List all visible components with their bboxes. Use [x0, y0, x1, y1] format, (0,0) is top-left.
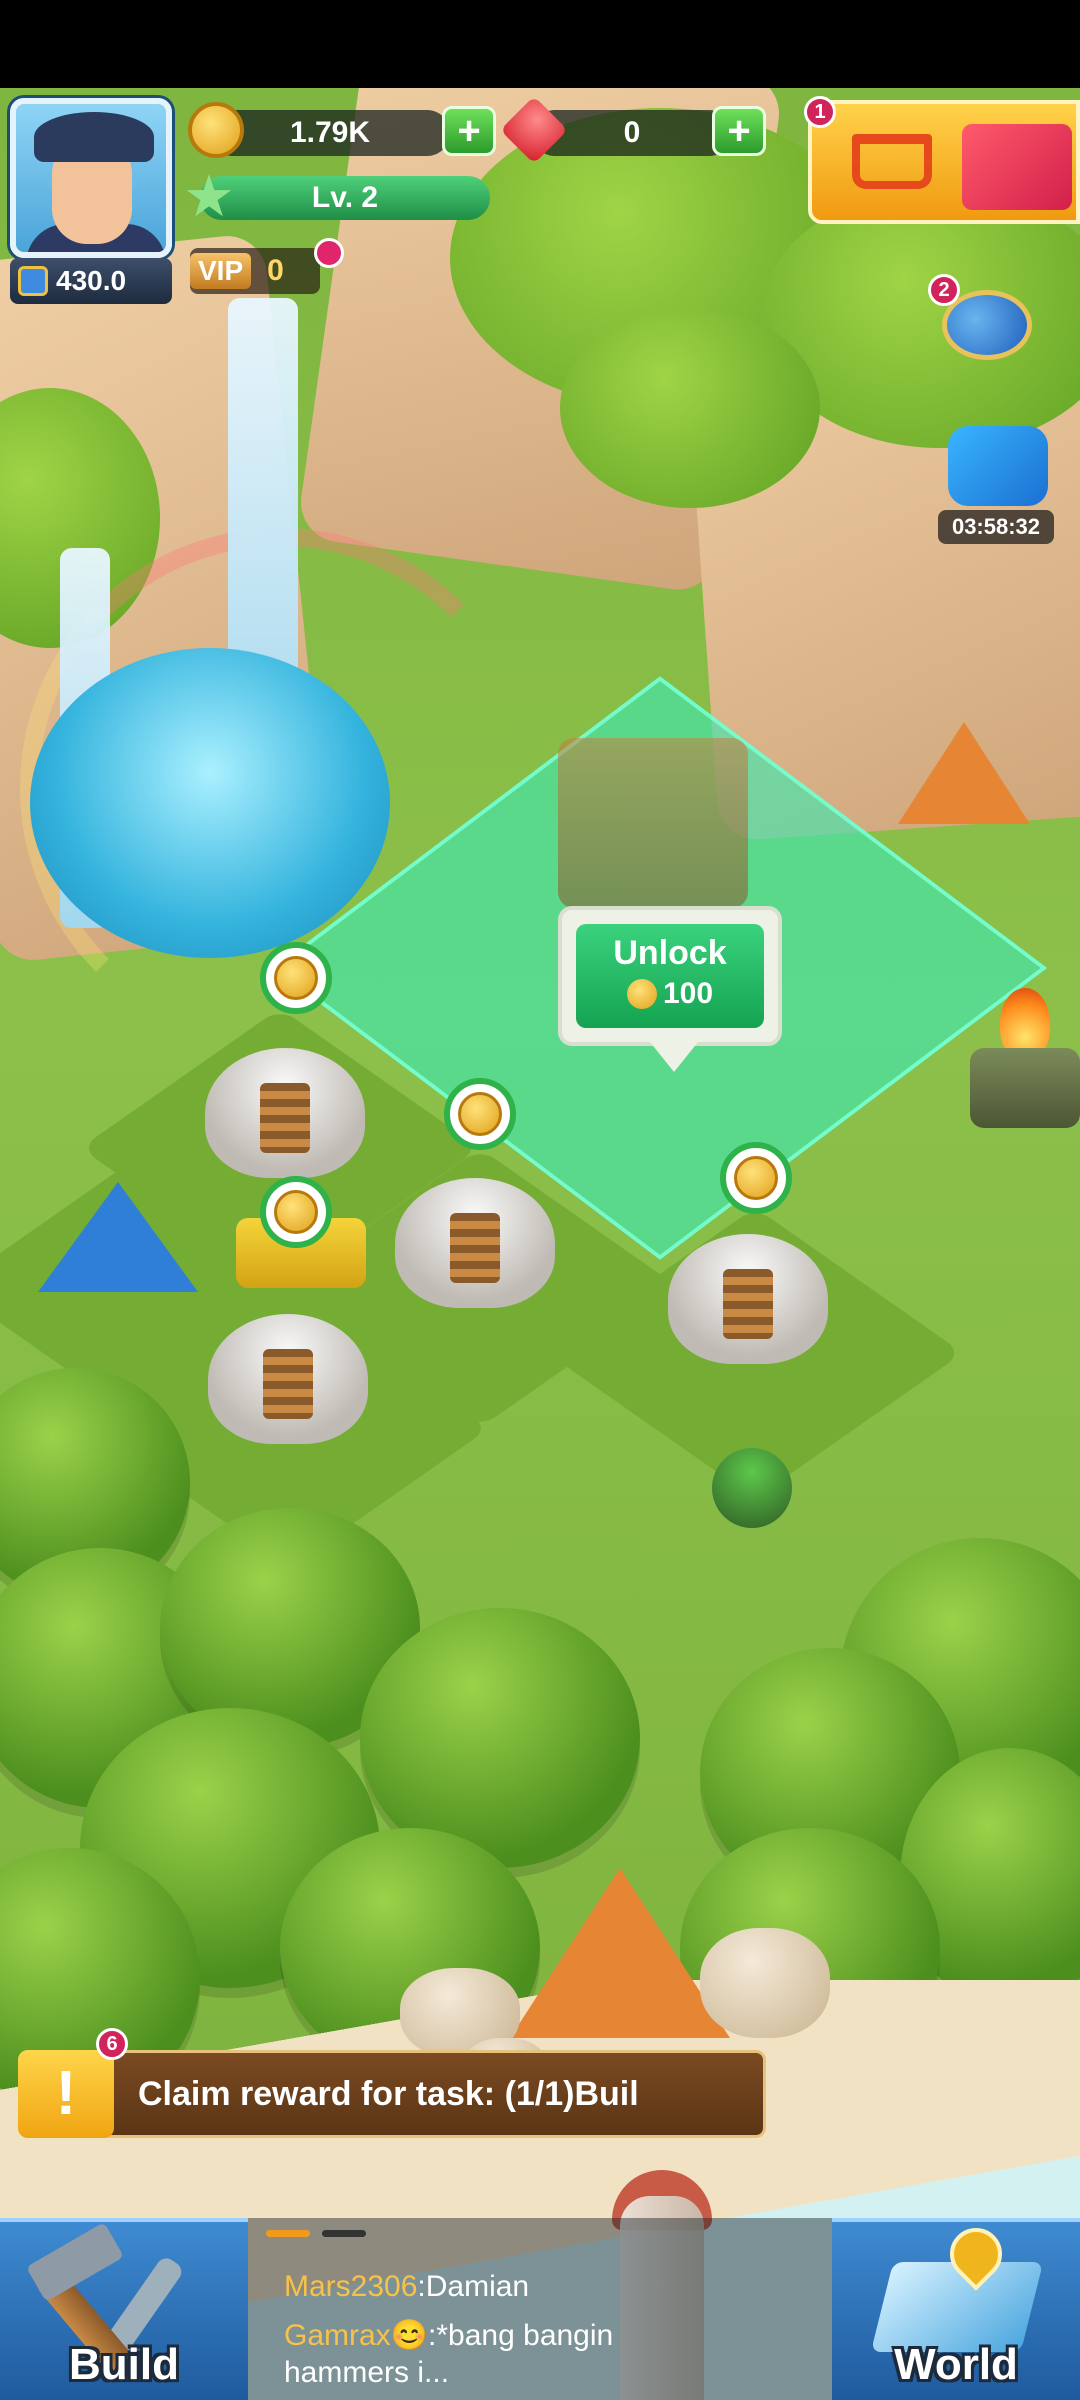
- shop-badge: 1: [804, 96, 836, 128]
- power-value: 430.0: [56, 265, 127, 296]
- headquarters-building[interactable]: [558, 738, 748, 908]
- coin-value: 1.79K: [289, 116, 371, 149]
- cart-icon: [852, 134, 932, 189]
- event-timer: 03:58:32: [938, 510, 1054, 544]
- shop-button[interactable]: [808, 100, 1080, 224]
- world-button[interactable]: World: [832, 2217, 1080, 2400]
- power-display: 430.0: [10, 258, 172, 304]
- level-bar[interactable]: Lv. 2: [200, 176, 490, 220]
- add-gems-button[interactable]: +: [712, 106, 766, 156]
- event-button[interactable]: [938, 426, 1058, 522]
- gold-mine[interactable]: [395, 1178, 555, 1308]
- barracks-tent[interactable]: [38, 1182, 198, 1292]
- gold-mine[interactable]: [205, 1048, 365, 1178]
- coin-icon: [188, 102, 244, 158]
- unlock-cost-value: 100: [662, 977, 714, 1010]
- shield-rank-icon: [18, 266, 48, 296]
- star-icon: ★: [183, 164, 235, 229]
- vip-display[interactable]: VIP 0: [190, 248, 320, 294]
- chat-sender: Gamrax😊: [284, 2319, 429, 2352]
- task-badge: 6: [96, 2028, 128, 2060]
- task-text: Claim reward for task: (1/1)Buil: [138, 2074, 639, 2113]
- chat-page-indicator: [266, 2230, 366, 2237]
- add-coins-button[interactable]: +: [442, 106, 496, 156]
- gem-value: 0: [623, 116, 641, 149]
- player-avatar[interactable]: [10, 98, 172, 258]
- unlock-cost: 100: [576, 977, 764, 1011]
- vip-value: 0: [267, 254, 284, 287]
- wrecked-tank[interactable]: [970, 1048, 1080, 1128]
- gift-icon: [962, 124, 1072, 210]
- task-bar[interactable]: ! Claim reward for task: (1/1)Buil: [18, 2050, 766, 2138]
- chat-message-continuation: hammers i...: [284, 2356, 450, 2389]
- vip-tag: VIP: [190, 253, 252, 289]
- status-bar: [0, 0, 1080, 88]
- unlock-button[interactable]: Unlock 100: [576, 924, 764, 1028]
- gold-mine[interactable]: [668, 1234, 828, 1364]
- camp-tent: [898, 722, 1030, 824]
- unlock-popup: Unlock 100: [558, 906, 782, 1072]
- chat-message: Mars2306:Damian: [284, 2270, 529, 2304]
- announcement-badge: 2: [928, 274, 960, 306]
- build-button[interactable]: Build: [0, 2218, 248, 2400]
- beach-tent: [510, 1868, 730, 2038]
- coin-collect-icon[interactable]: [444, 1078, 516, 1150]
- world-label: World: [894, 2340, 1018, 2389]
- map-icon: [870, 2262, 1044, 2352]
- coin-icon: [626, 979, 657, 1009]
- chat-text: :Damian: [417, 2270, 530, 2303]
- soldier-motorbike: [712, 1448, 792, 1528]
- coin-counter: 1.79K: [210, 110, 450, 156]
- coin-collect-icon[interactable]: [260, 942, 332, 1014]
- chat-sender: Mars2306: [284, 2270, 418, 2303]
- level-label: Lv. 2: [311, 181, 379, 214]
- unlock-label: Unlock: [613, 934, 727, 972]
- jungle-canopy: [560, 308, 820, 508]
- coin-collect-icon[interactable]: [260, 1176, 332, 1248]
- coin-collect-icon[interactable]: [720, 1142, 792, 1214]
- notification-dot: [314, 238, 344, 268]
- chat-message: Gamrax😊:*bang bangin: [284, 2318, 613, 2353]
- build-label: Build: [69, 2340, 179, 2389]
- chat-panel[interactable]: Mars2306:Damian Gamrax😊:*bang bangin ham…: [248, 2218, 832, 2400]
- event-icon: [948, 426, 1048, 506]
- gold-mine[interactable]: [208, 1314, 368, 1444]
- chat-text: :*bang bangin: [428, 2319, 614, 2352]
- beach-rock: [700, 1928, 830, 2038]
- task-alert-icon: !: [18, 2050, 114, 2138]
- waterfall-pool: [30, 648, 390, 958]
